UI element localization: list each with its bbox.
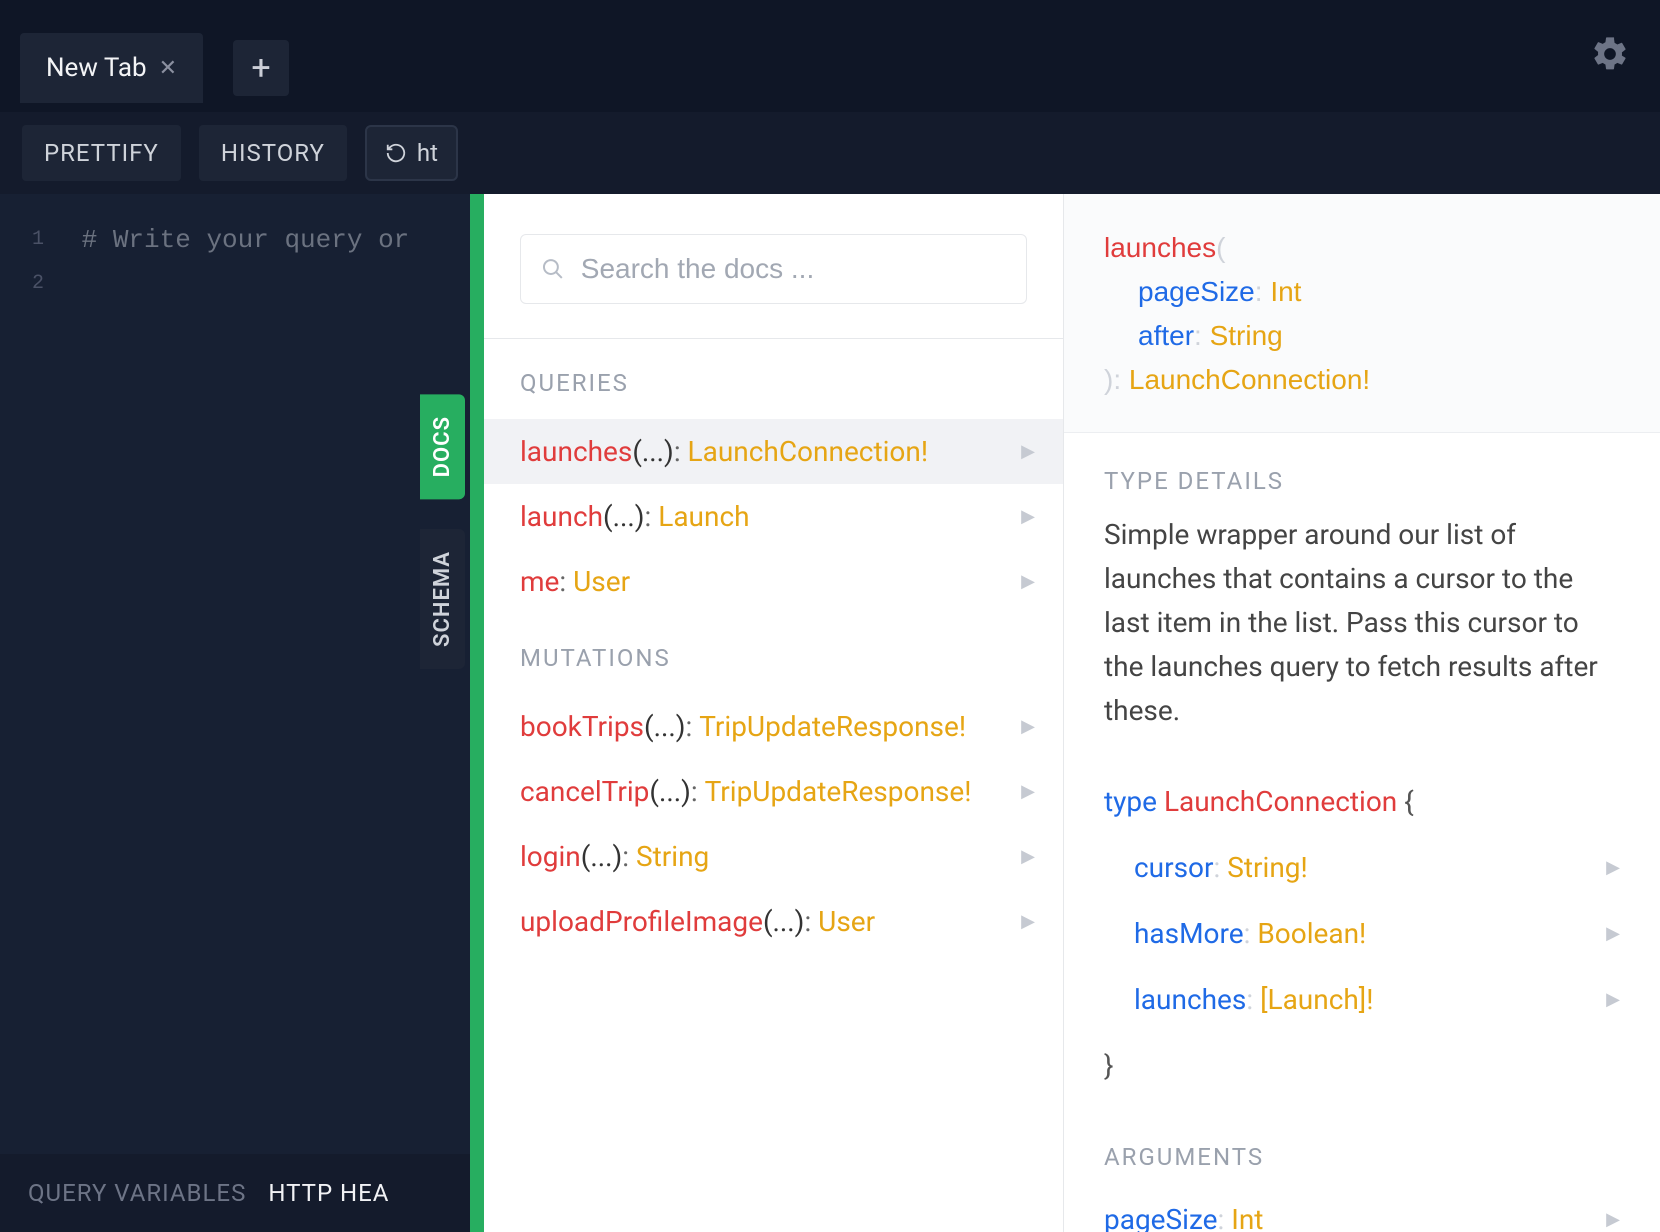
mutation-item-login[interactable]: login(...): String ▶: [484, 824, 1063, 889]
query-item-launches[interactable]: launches(...): LaunchConnection! ▶: [484, 419, 1063, 484]
query-item-launch[interactable]: launch(...): Launch ▶: [484, 484, 1063, 549]
type-details-header: TYPE DETAILS: [1064, 433, 1660, 513]
docs-search-input[interactable]: [581, 253, 1006, 285]
chevron-right-icon: ▶: [1606, 835, 1620, 901]
settings-button[interactable]: [1590, 34, 1630, 78]
chevron-right-icon: ▶: [1021, 571, 1035, 592]
history-button[interactable]: HISTORY: [199, 125, 347, 181]
plus-icon: +: [251, 48, 270, 88]
mutation-item-uploadprofileimage[interactable]: uploadProfileImage(...): User ▶: [484, 889, 1063, 954]
main-area: 1 # Write your query or 2 QUERY VARIABLE…: [0, 194, 1660, 1232]
tab-bar: New Tab ✕ +: [0, 0, 1660, 112]
add-tab-button[interactable]: +: [233, 40, 289, 96]
tab-label: New Tab: [46, 53, 147, 83]
mutations-header: MUTATIONS: [484, 614, 1063, 694]
chevron-right-icon: ▶: [1606, 901, 1620, 967]
schema-tab[interactable]: SCHEMA: [420, 529, 465, 669]
chevron-right-icon: ▶: [1021, 911, 1035, 932]
docs-tab[interactable]: DOCS: [420, 394, 465, 499]
tab-query-variables[interactable]: QUERY VARIABLES: [28, 1179, 246, 1207]
close-icon[interactable]: ✕: [159, 56, 177, 81]
endpoint-input[interactable]: ht: [365, 125, 458, 181]
type-definition: type LaunchConnection { cursor: String!▶…: [1064, 761, 1660, 1109]
search-icon: [541, 256, 565, 282]
endpoint-text: ht: [417, 139, 438, 167]
reload-icon: [385, 142, 407, 164]
argument-pagesize[interactable]: pageSize: Int ▶: [1064, 1189, 1660, 1232]
mutation-item-canceltrip[interactable]: cancelTrip(...): TripUpdateResponse! ▶: [484, 759, 1063, 824]
field-cursor[interactable]: cursor: String!▶: [1104, 835, 1620, 901]
tab-http-headers[interactable]: HTTP HEA: [268, 1179, 389, 1207]
arguments-header: ARGUMENTS: [1064, 1109, 1660, 1189]
line-number: 2: [20, 262, 44, 306]
query-item-me[interactable]: me: User ▶: [484, 549, 1063, 614]
field-hasmore[interactable]: hasMore: Boolean!▶: [1104, 901, 1620, 967]
docs-search[interactable]: [520, 234, 1027, 304]
chevron-right-icon: ▶: [1021, 846, 1035, 867]
chevron-right-icon: ▶: [1021, 716, 1035, 737]
chevron-right-icon: ▶: [1021, 506, 1035, 527]
prettify-button[interactable]: PRETTIFY: [22, 125, 181, 181]
mutation-item-booktrips[interactable]: bookTrips(...): TripUpdateResponse! ▶: [484, 694, 1063, 759]
chevron-right-icon: ▶: [1606, 1195, 1620, 1232]
tab-active[interactable]: New Tab ✕: [20, 33, 203, 103]
chevron-right-icon: ▶: [1021, 441, 1035, 462]
query-editor[interactable]: 1 # Write your query or 2: [0, 194, 470, 1232]
side-rail: DOCS SCHEMA: [420, 394, 465, 669]
signature-block: launches( pageSize: Int after: String ):…: [1064, 194, 1660, 433]
type-description: Simple wrapper around our list of launch…: [1064, 513, 1660, 761]
docs-detail-column: launches( pageSize: Int after: String ):…: [1064, 194, 1660, 1232]
queries-header: QUERIES: [484, 339, 1063, 419]
field-launches[interactable]: launches: [Launch]!▶: [1104, 967, 1620, 1033]
editor-comment: # Write your query or: [82, 225, 410, 255]
docs-panel: QUERIES launches(...): LaunchConnection!…: [484, 194, 1660, 1232]
toolbar: PRETTIFY HISTORY ht: [0, 112, 1660, 194]
line-number: 1: [20, 218, 44, 262]
chevron-right-icon: ▶: [1021, 781, 1035, 802]
editor-footer: QUERY VARIABLES HTTP HEA: [0, 1154, 470, 1232]
gear-icon: [1590, 34, 1630, 74]
docs-list-column: QUERIES launches(...): LaunchConnection!…: [484, 194, 1064, 1232]
docs-accent-bar: [470, 194, 484, 1232]
chevron-right-icon: ▶: [1606, 967, 1620, 1033]
